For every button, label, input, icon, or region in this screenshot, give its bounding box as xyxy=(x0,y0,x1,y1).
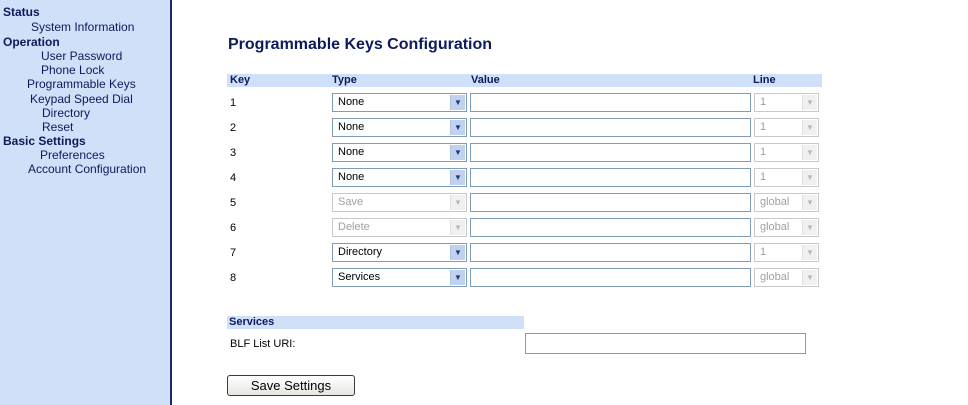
blf-list-uri-label: BLF List URI: xyxy=(230,338,296,350)
key-value-input[interactable] xyxy=(470,243,751,262)
key-type-select[interactable]: Directory ▼ xyxy=(332,243,467,262)
key-type-select[interactable]: None ▼ xyxy=(332,118,467,137)
key-type-select: Save ▼ xyxy=(332,193,467,212)
sidebar-item-keypad-speed-dial[interactable]: Keypad Speed Dial xyxy=(30,92,133,106)
key-line-select: 1 ▼ xyxy=(754,118,819,137)
key-line-value: global xyxy=(760,196,790,208)
key-type-value: None xyxy=(338,146,365,158)
chevron-down-icon[interactable]: ▼ xyxy=(450,145,465,160)
key-line-value: global xyxy=(760,271,790,283)
key-line-value: global xyxy=(760,221,790,233)
key-line-value: 1 xyxy=(760,146,767,158)
key-number: 1 xyxy=(230,97,237,109)
key-line-select: 1 ▼ xyxy=(754,168,819,187)
key-line-value: 1 xyxy=(760,246,767,258)
chevron-down-icon: ▼ xyxy=(802,95,817,110)
page-title: Programmable Keys Configuration xyxy=(228,36,493,53)
key-number: 2 xyxy=(230,122,237,134)
key-value-input[interactable] xyxy=(470,118,751,137)
key-line-value: 1 xyxy=(760,121,767,133)
key-line-select: global ▼ xyxy=(754,193,819,212)
sidebar-item-user-password[interactable]: User Password xyxy=(41,49,122,63)
key-line-value: 1 xyxy=(760,171,767,183)
key-type-select[interactable]: None ▼ xyxy=(332,143,467,162)
sidebar-group-operation[interactable]: Operation xyxy=(3,35,60,49)
key-value-input[interactable] xyxy=(470,143,751,162)
key-type-value: None xyxy=(338,121,365,133)
key-number: 4 xyxy=(230,172,237,184)
sidebar-item-preferences[interactable]: Preferences xyxy=(40,148,105,162)
sidebar-nav: Status System Information Operation User… xyxy=(0,0,172,405)
sidebar-item-account-configuration[interactable]: Account Configuration xyxy=(28,162,146,176)
sidebar-item-reset[interactable]: Reset xyxy=(42,120,73,134)
key-type-select[interactable]: None ▼ xyxy=(332,93,467,112)
column-header-line: Line xyxy=(753,74,776,86)
chevron-down-icon[interactable]: ▼ xyxy=(450,270,465,285)
key-type-select[interactable]: None ▼ xyxy=(332,168,467,187)
key-value-input[interactable] xyxy=(470,218,751,237)
chevron-down-icon: ▼ xyxy=(802,245,817,260)
sidebar-group-status[interactable]: Status xyxy=(3,5,40,19)
chevron-down-icon: ▼ xyxy=(802,195,817,210)
key-type-value: Services xyxy=(338,271,381,283)
key-type-value: Save xyxy=(338,196,364,208)
key-type-value: Delete xyxy=(338,221,370,233)
key-line-select: 1 ▼ xyxy=(754,143,819,162)
chevron-down-icon: ▼ xyxy=(450,195,465,210)
key-number: 7 xyxy=(230,247,237,259)
column-header-key: Key xyxy=(230,74,251,86)
key-value-input[interactable] xyxy=(470,268,751,287)
chevron-down-icon: ▼ xyxy=(802,120,817,135)
key-line-value: 1 xyxy=(760,96,767,108)
chevron-down-icon[interactable]: ▼ xyxy=(450,120,465,135)
key-type-select[interactable]: Services ▼ xyxy=(332,268,467,287)
sidebar-item-phone-lock[interactable]: Phone Lock xyxy=(41,63,104,77)
save-settings-button[interactable]: Save Settings xyxy=(227,375,355,396)
chevron-down-icon: ▼ xyxy=(450,220,465,235)
services-section-title: Services xyxy=(229,316,275,328)
table-header-bar xyxy=(227,74,822,87)
key-type-value: None xyxy=(338,171,365,183)
key-type-value: Directory xyxy=(338,246,383,258)
key-value-input[interactable] xyxy=(470,193,751,212)
sidebar-item-programmable-keys[interactable]: Programmable Keys xyxy=(27,77,136,91)
sidebar-item-directory[interactable]: Directory xyxy=(42,106,90,120)
key-line-select: global ▼ xyxy=(754,218,819,237)
chevron-down-icon: ▼ xyxy=(802,145,817,160)
key-number: 6 xyxy=(230,222,237,234)
column-header-type: Type xyxy=(332,74,357,86)
sidebar-group-basic-settings[interactable]: Basic Settings xyxy=(3,134,86,148)
blf-list-uri-input[interactable] xyxy=(525,333,806,354)
key-number: 3 xyxy=(230,147,237,159)
chevron-down-icon[interactable]: ▼ xyxy=(450,170,465,185)
key-number: 8 xyxy=(230,272,237,284)
sidebar-item-system-information[interactable]: System Information xyxy=(31,20,134,34)
key-value-input[interactable] xyxy=(470,168,751,187)
key-line-select: global ▼ xyxy=(754,268,819,287)
key-number: 5 xyxy=(230,197,237,209)
chevron-down-icon[interactable]: ▼ xyxy=(450,245,465,260)
chevron-down-icon: ▼ xyxy=(802,220,817,235)
key-type-value: None xyxy=(338,96,365,108)
key-line-select: 1 ▼ xyxy=(754,93,819,112)
chevron-down-icon: ▼ xyxy=(802,170,817,185)
key-line-select: 1 ▼ xyxy=(754,243,819,262)
key-type-select: Delete ▼ xyxy=(332,218,467,237)
key-value-input[interactable] xyxy=(470,93,751,112)
chevron-down-icon: ▼ xyxy=(802,270,817,285)
column-header-value: Value xyxy=(471,74,500,86)
chevron-down-icon[interactable]: ▼ xyxy=(450,95,465,110)
